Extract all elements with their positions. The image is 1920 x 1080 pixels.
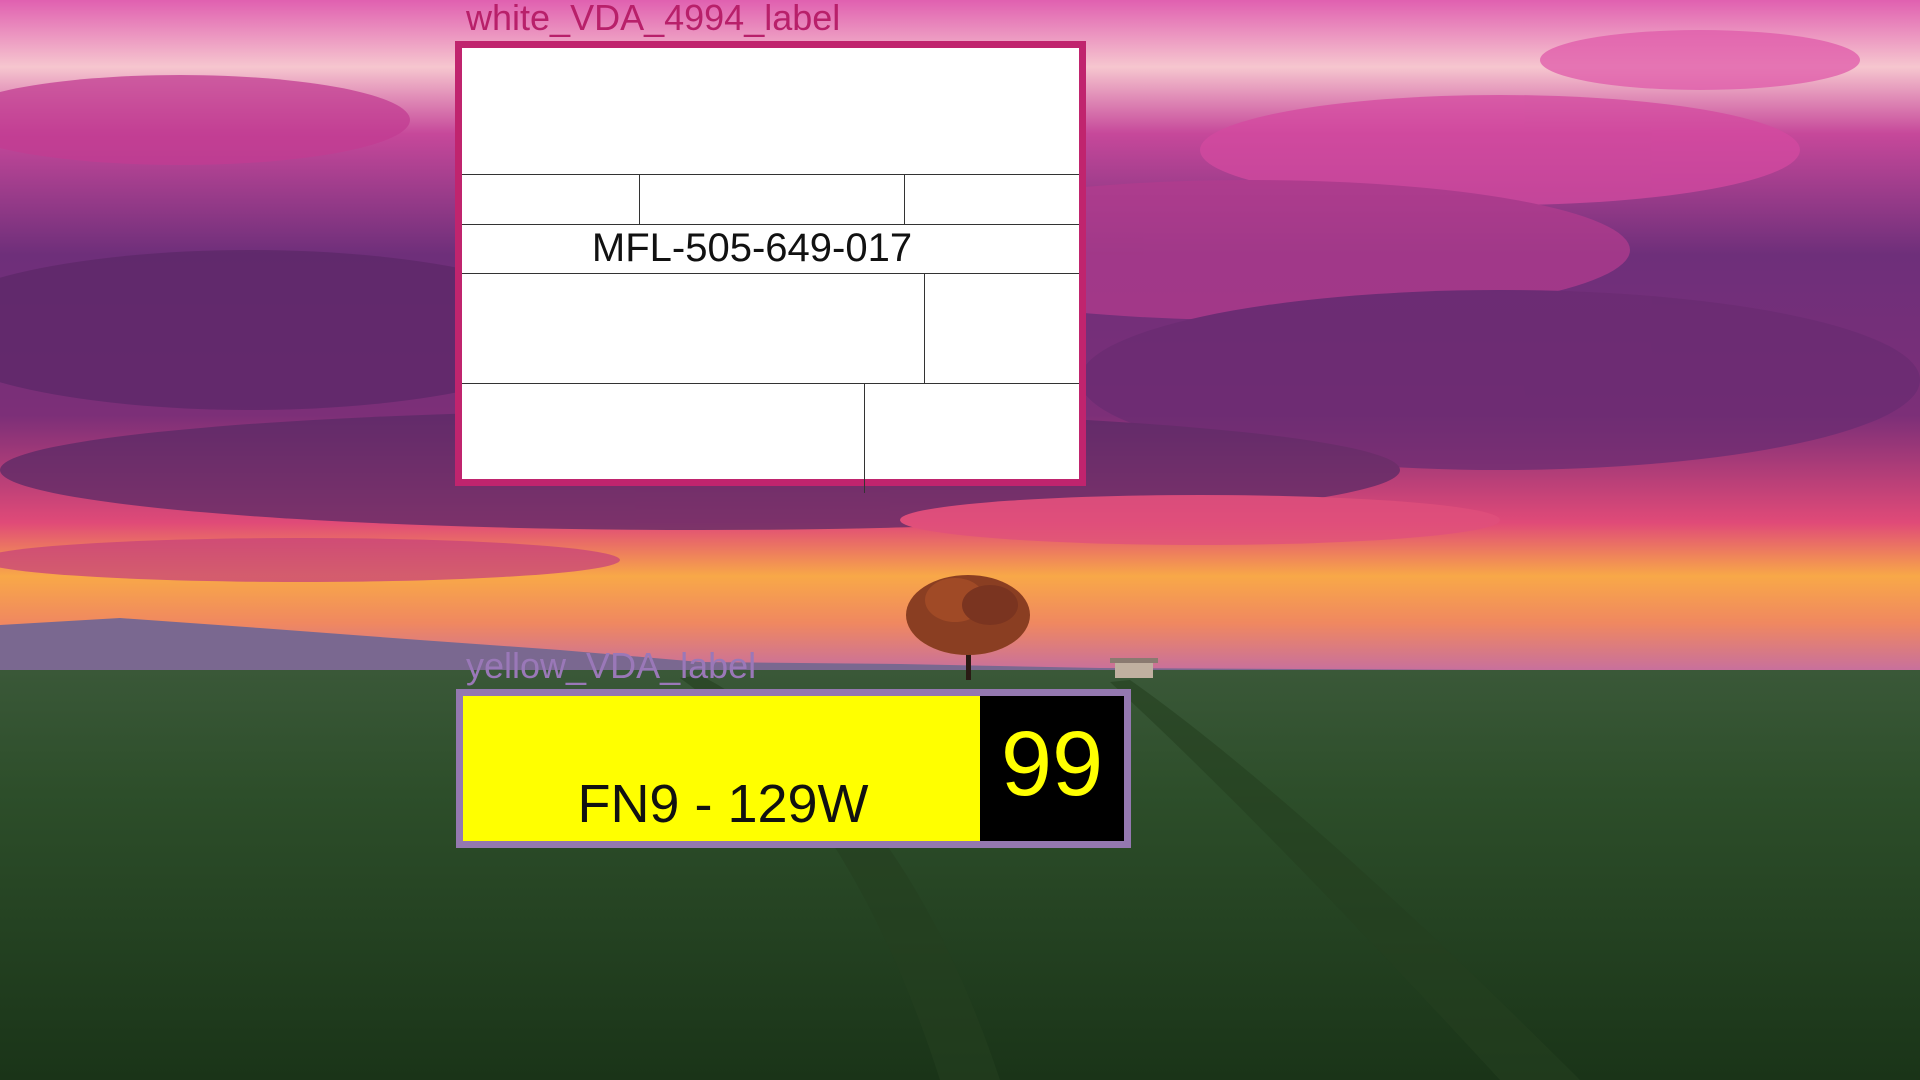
divider — [904, 174, 905, 224]
divider — [864, 383, 865, 493]
divider — [639, 174, 640, 224]
divider — [462, 383, 1079, 384]
number-box: 99 — [980, 696, 1124, 841]
desktop: white_VDA_4994_label MFL-505-649-017 yel… — [0, 0, 1920, 1080]
part-number: MFL-505-649-017 — [591, 226, 913, 270]
yellow-label-caption: yellow_VDA_label — [466, 645, 757, 686]
divider — [924, 273, 925, 383]
divider — [462, 273, 1079, 274]
white-label-caption: white_VDA_4994_label — [466, 0, 841, 38]
label-number: 99 — [1000, 713, 1104, 815]
label-code: FN9 - 129W — [577, 774, 869, 834]
white-vda-4994-label[interactable]: MFL-505-649-017 — [455, 41, 1086, 493]
yellow-vda-label[interactable]: FN9 - 129W 99 — [456, 689, 1131, 848]
divider — [462, 174, 1079, 175]
